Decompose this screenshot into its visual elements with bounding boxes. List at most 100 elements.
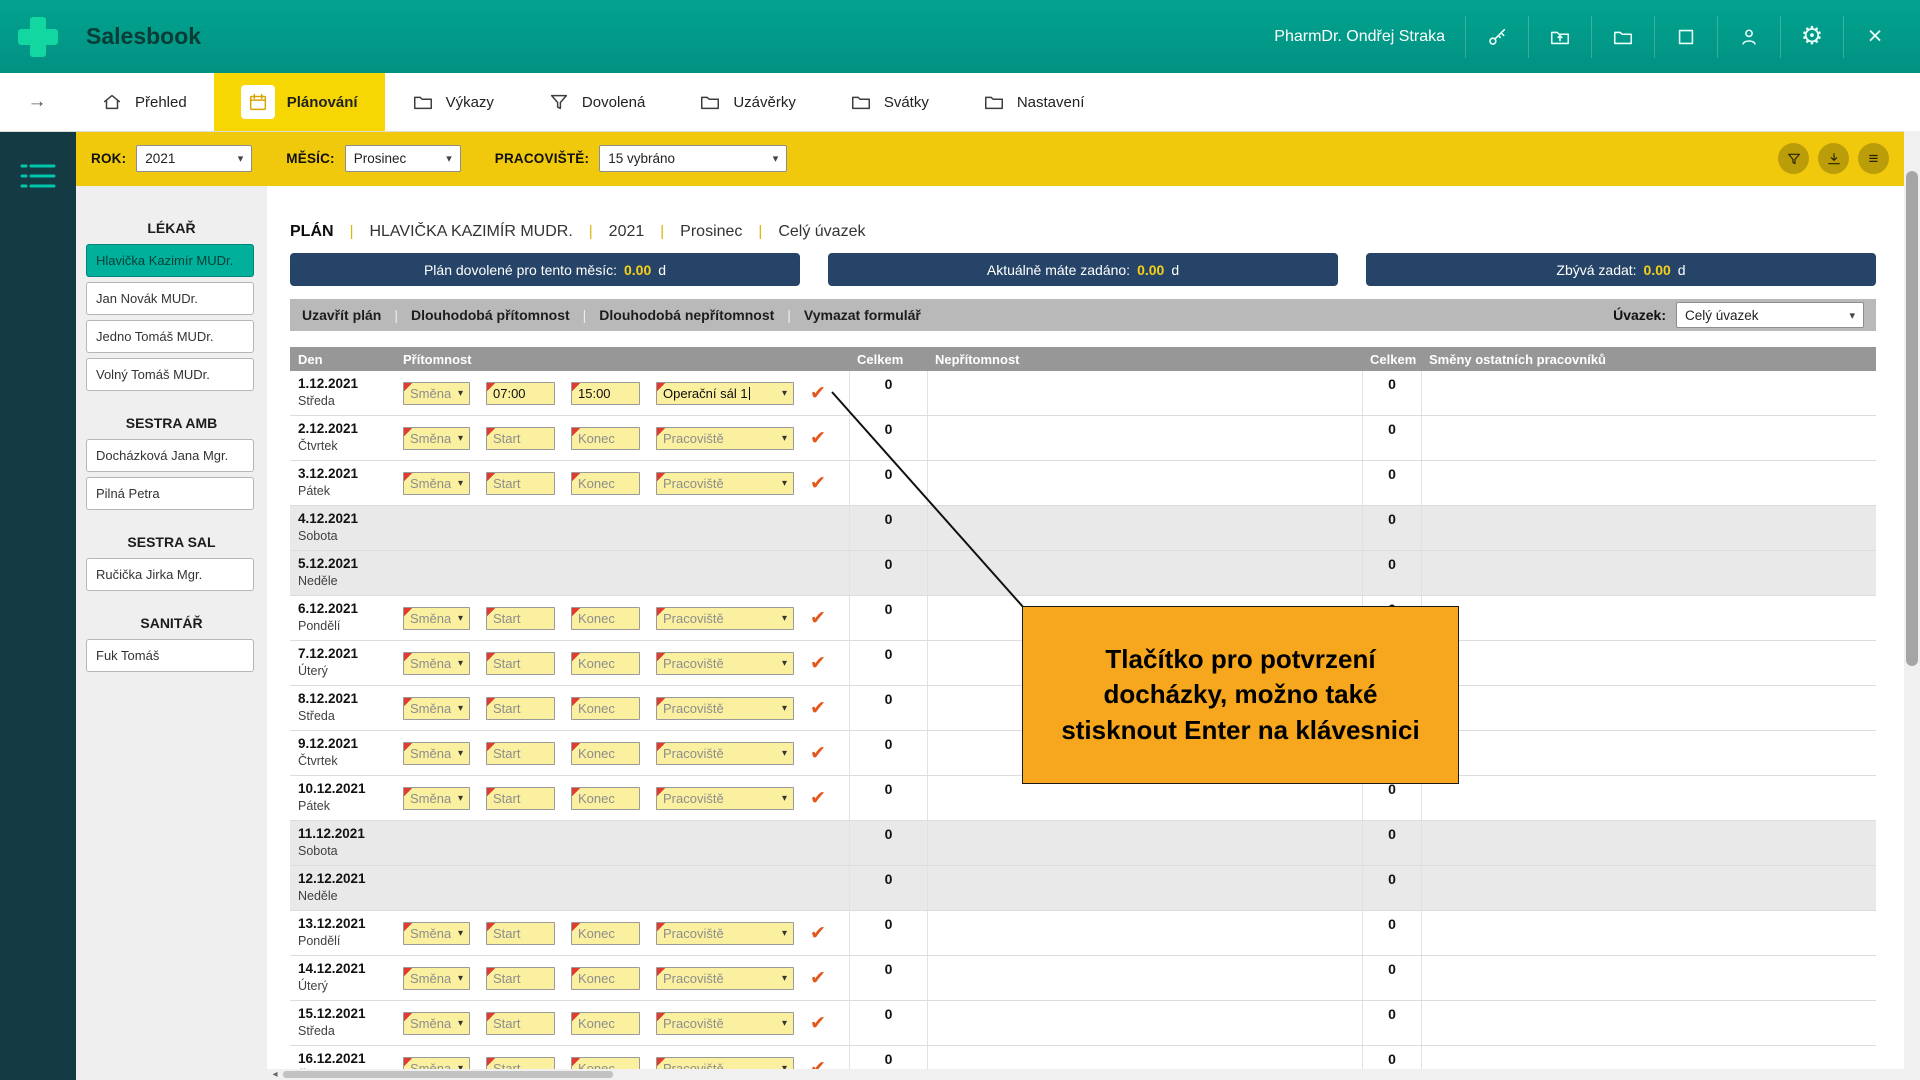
end-time-input[interactable]	[571, 1057, 640, 1070]
workplace-row-select[interactable]: Pracoviště ▾	[656, 1057, 794, 1070]
export-button[interactable]	[1818, 143, 1849, 174]
confirm-attendance-button[interactable]: ✔	[810, 789, 826, 808]
key-icon[interactable]	[1465, 16, 1528, 58]
sidebar-employee-item[interactable]: Jedno Tomáš MUDr.	[86, 320, 254, 353]
vertical-scrollbar[interactable]	[1904, 131, 1920, 1080]
longterm-absence-button[interactable]: Dlouhodobá nepřítomnost	[599, 307, 774, 323]
shift-select[interactable]: Směna ▾	[403, 787, 470, 810]
workplace-row-select[interactable]: Pracoviště ▾	[656, 652, 794, 675]
shift-select[interactable]: Směna ▾	[403, 742, 470, 765]
longterm-presence-button[interactable]: Dlouhodobá přítomnost	[411, 307, 570, 323]
workplace-row-select[interactable]: Pracoviště ▾	[656, 1012, 794, 1035]
month-select[interactable]: Prosinec ▾	[345, 145, 461, 172]
shift-select[interactable]: Směna ▾	[403, 697, 470, 720]
shift-select[interactable]: Směna ▾	[403, 1012, 470, 1035]
confirm-attendance-button[interactable]: ✔	[810, 744, 826, 763]
clear-form-button[interactable]: Vymazat formulář	[804, 307, 921, 323]
workplace-row-select[interactable]: Pracoviště ▾	[656, 427, 794, 450]
workplace-row-select[interactable]: Pracoviště ▾	[656, 697, 794, 720]
tab-dovolena[interactable]: Dovolená	[521, 73, 672, 131]
shift-select[interactable]: Směna ▾	[403, 652, 470, 675]
gear-icon[interactable]: ⚙	[1780, 16, 1843, 58]
tab-svatky[interactable]: Svátky	[823, 73, 956, 131]
sidebar-employee-item[interactable]: Ručička Jirka Mgr.	[86, 558, 254, 591]
start-time-input[interactable]	[486, 607, 555, 630]
checklist-menu-icon[interactable]	[18, 159, 58, 193]
year-select[interactable]: 2021 ▾	[136, 145, 252, 172]
start-time-input[interactable]	[486, 742, 555, 765]
end-time-input[interactable]	[571, 697, 640, 720]
collapse-arrow-icon[interactable]: →	[0, 73, 74, 131]
confirm-attendance-button[interactable]: ✔	[810, 699, 826, 718]
start-time-input[interactable]	[486, 922, 555, 945]
shift-select[interactable]: Směna ▾	[403, 922, 470, 945]
scroll-left-arrow-icon[interactable]: ◂	[267, 1069, 283, 1080]
workplace-row-select[interactable]: Pracoviště ▾	[656, 967, 794, 990]
folder-icon[interactable]	[1591, 16, 1654, 58]
tab-nastaveni[interactable]: Nastavení	[956, 73, 1112, 131]
start-time-input[interactable]	[486, 427, 555, 450]
sidebar-employee-item[interactable]: Volný Tomáš MUDr.	[86, 358, 254, 391]
end-time-input[interactable]	[571, 1012, 640, 1035]
folder-upload-icon[interactable]	[1528, 16, 1591, 58]
shift-select[interactable]: Směna ▾	[403, 472, 470, 495]
sidebar-employee-item[interactable]: Jan Novák MUDr.	[86, 282, 254, 315]
end-time-input[interactable]	[571, 742, 640, 765]
shift-select[interactable]: Směna ▾	[403, 967, 470, 990]
workplace-row-select[interactable]: Pracoviště ▾	[656, 922, 794, 945]
workplace-row-select[interactable]: Operační sál 1 ▾	[656, 382, 794, 405]
end-time-input[interactable]	[571, 967, 640, 990]
tab-uzaverky[interactable]: Uzávěrky	[672, 73, 823, 131]
tab-vykazy[interactable]: Výkazy	[385, 73, 521, 131]
start-time-input[interactable]	[486, 382, 555, 405]
confirm-attendance-button[interactable]: ✔	[810, 609, 826, 628]
workplace-row-select[interactable]: Pracoviště ▾	[656, 787, 794, 810]
end-time-input[interactable]	[571, 787, 640, 810]
start-time-input[interactable]	[486, 967, 555, 990]
end-time-input[interactable]	[571, 382, 640, 405]
start-time-input[interactable]	[486, 1012, 555, 1035]
filter-funnel-button[interactable]	[1778, 143, 1809, 174]
user-icon[interactable]	[1717, 16, 1780, 58]
confirm-attendance-button[interactable]: ✔	[810, 924, 826, 943]
workplace-row-select[interactable]: Pracoviště ▾	[656, 607, 794, 630]
tab-prehled[interactable]: Přehled	[74, 73, 214, 131]
shift-select[interactable]: Směna ▾	[403, 427, 470, 450]
contract-select[interactable]: Celý úvazek ▾	[1676, 302, 1864, 328]
confirm-attendance-button[interactable]: ✔	[810, 474, 826, 493]
end-time-input[interactable]	[571, 472, 640, 495]
sidebar-employee-item[interactable]: Pilná Petra	[86, 477, 254, 510]
end-time-input[interactable]	[571, 652, 640, 675]
close-icon[interactable]: ×	[1843, 16, 1906, 58]
vertical-scrollbar-thumb[interactable]	[1906, 171, 1918, 666]
shift-select[interactable]: Směna ▾	[403, 1057, 470, 1070]
end-time-input[interactable]	[571, 607, 640, 630]
confirm-attendance-button[interactable]: ✔	[810, 384, 826, 403]
workplace-row-select[interactable]: Pracoviště ▾	[656, 472, 794, 495]
shift-select[interactable]: Směna ▾	[403, 382, 470, 405]
confirm-attendance-button[interactable]: ✔	[810, 429, 826, 448]
confirm-attendance-button[interactable]: ✔	[810, 1059, 826, 1070]
start-time-input[interactable]	[486, 787, 555, 810]
sidebar-employee-item[interactable]: Docházková Jana Mgr.	[86, 439, 254, 472]
confirm-attendance-button[interactable]: ✔	[810, 969, 826, 988]
tab-planovani[interactable]: Plánování	[214, 73, 385, 131]
end-time-input[interactable]	[571, 922, 640, 945]
shift-select[interactable]: Směna ▾	[403, 607, 470, 630]
start-time-input[interactable]	[486, 472, 555, 495]
window-icon[interactable]	[1654, 16, 1717, 58]
workplace-select[interactable]: 15 vybráno ▾	[599, 145, 787, 172]
confirm-attendance-button[interactable]: ✔	[810, 654, 826, 673]
menu-button[interactable]: ≡	[1858, 143, 1889, 174]
start-time-input[interactable]	[486, 697, 555, 720]
horizontal-scrollbar-thumb[interactable]	[283, 1071, 613, 1078]
horizontal-scrollbar[interactable]: ◂	[267, 1069, 1904, 1080]
confirm-attendance-button[interactable]: ✔	[810, 1014, 826, 1033]
sidebar-employee-item[interactable]: Fuk Tomáš	[86, 639, 254, 672]
end-time-input[interactable]	[571, 427, 640, 450]
start-time-input[interactable]	[486, 1057, 555, 1070]
workplace-row-select[interactable]: Pracoviště ▾	[656, 742, 794, 765]
start-time-input[interactable]	[486, 652, 555, 675]
close-plan-button[interactable]: Uzavřít plán	[302, 307, 381, 323]
sidebar-employee-item[interactable]: Hlavička Kazimír MUDr.	[86, 244, 254, 277]
